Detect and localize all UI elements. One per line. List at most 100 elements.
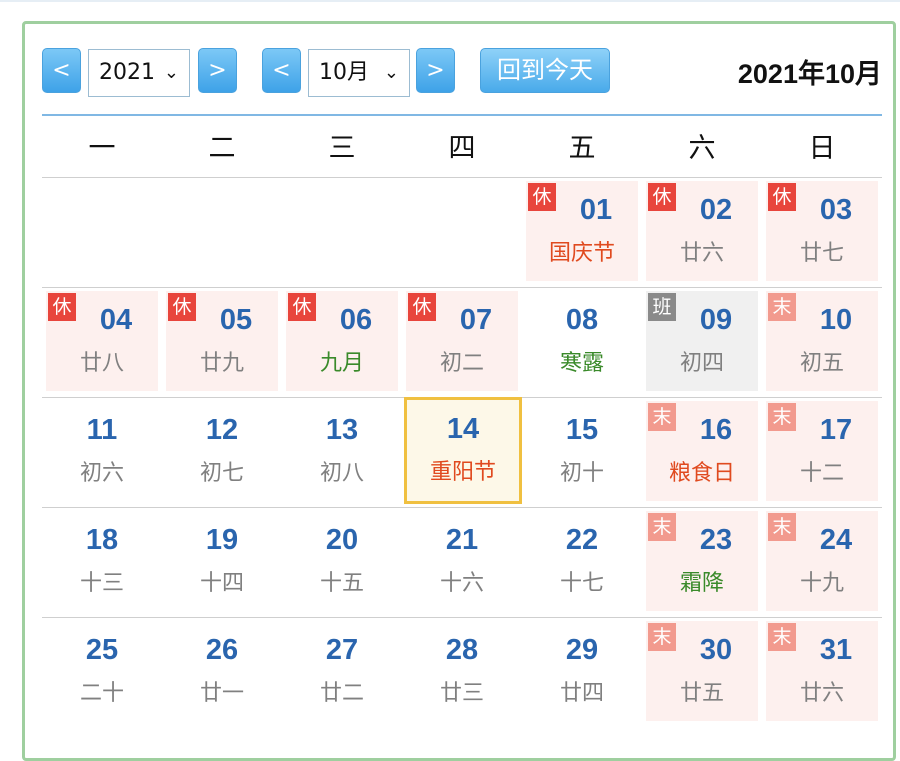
lunar-date: 重阳节	[429, 460, 496, 485]
next-year-button[interactable]: >	[198, 48, 237, 93]
day-number: 29	[565, 634, 599, 666]
next-month-button[interactable]: >	[416, 48, 455, 93]
day-number: 28	[445, 634, 479, 666]
day-number: 04	[99, 304, 133, 336]
day-number: 10	[819, 304, 853, 336]
lunar-date: 廿三	[439, 681, 484, 706]
day-cell[interactable]: 28 廿三	[406, 621, 518, 721]
day-number: 31	[819, 634, 853, 666]
day-number: 27	[325, 634, 359, 666]
lunar-date: 十三	[79, 571, 124, 596]
day-number: 25	[85, 634, 119, 666]
day-number: 14	[446, 413, 480, 445]
day-cell[interactable]: 休 03 廿七	[766, 181, 878, 281]
day-number: 30	[699, 634, 733, 666]
day-cell[interactable]: 末 16 粮食日	[646, 401, 758, 501]
day-number: 12	[205, 414, 239, 446]
day-number: 03	[819, 194, 853, 226]
day-cell[interactable]: 休 02 廿六	[646, 181, 758, 281]
weekday-label: 二	[208, 133, 236, 164]
day-number: 11	[86, 414, 118, 446]
lunar-date: 初五	[799, 351, 844, 376]
lunar-date: 霜降	[679, 571, 724, 596]
lunar-date: 廿七	[799, 241, 844, 266]
day-number: 06	[339, 304, 373, 336]
weekday-label: 日	[808, 133, 836, 164]
month-select[interactable]: 10月 ⌄	[308, 49, 410, 97]
month-select-value: 10月	[319, 60, 369, 85]
lunar-date: 廿六	[679, 241, 724, 266]
lunar-date: 初十	[559, 461, 604, 486]
day-cell[interactable]: 班 09 初四	[646, 291, 758, 391]
day-number: 13	[325, 414, 359, 446]
day-cell[interactable]: 20 十五	[286, 511, 398, 611]
lunar-date: 十七	[559, 571, 604, 596]
day-cell[interactable]: 25 二十	[46, 621, 158, 721]
lunar-date: 粮食日	[668, 461, 735, 486]
day-number: 21	[445, 524, 479, 556]
calendar-toolbar: < 2021 ⌄ > < 10月 ⌄ > 回到今天 2021年10月	[42, 48, 882, 97]
day-number: 26	[205, 634, 239, 666]
lunar-date: 廿九	[199, 351, 244, 376]
day-cell[interactable]: 11 初六	[46, 401, 158, 501]
year-select-value: 2021	[99, 60, 155, 85]
current-month-title: 2021年10月	[737, 59, 882, 89]
day-number: 15	[565, 414, 599, 446]
day-cell[interactable]: 22 十七	[526, 511, 638, 611]
today-cell[interactable]: 14 重阳节	[404, 397, 522, 504]
day-cell[interactable]: 19 十四	[166, 511, 278, 611]
day-cell[interactable]: 末 31 廿六	[766, 621, 878, 721]
day-number: 24	[819, 524, 853, 556]
day-cell[interactable]: 29 廿四	[526, 621, 638, 721]
day-cell[interactable]: 末 24 十九	[766, 511, 878, 611]
chevron-down-icon: ⌄	[163, 62, 179, 83]
lunar-date: 廿八	[79, 351, 124, 376]
day-cell[interactable]: 休 06 九月	[286, 291, 398, 391]
day-number: 18	[85, 524, 119, 556]
lunar-date: 廿五	[679, 681, 724, 706]
day-cell[interactable]: 休 04 廿八	[46, 291, 158, 391]
day-cell[interactable]: 休 07 初二	[406, 291, 518, 391]
lunar-date: 十四	[199, 571, 244, 596]
prev-year-button[interactable]: <	[42, 48, 81, 93]
day-cell[interactable]: 21 十六	[406, 511, 518, 611]
day-cell[interactable]: 15 初十	[526, 401, 638, 501]
chevron-down-icon: ⌄	[383, 62, 399, 83]
weekday-header: 一 二 三 四 五 六 日	[42, 125, 882, 173]
lunar-date: 九月	[319, 351, 364, 376]
day-number: 01	[579, 194, 613, 226]
calendar-grid: 休 01 国庆节休 02 廿六休 03 廿七休 04 廿八休 05 廿九休 06 九月休 07 初二 08 寒露…	[42, 176, 882, 726]
day-number: 17	[819, 414, 853, 446]
day-number: 09	[699, 304, 733, 336]
day-cell[interactable]: 26 廿一	[166, 621, 278, 721]
weekday-label: 六	[688, 133, 716, 164]
header-divider	[42, 114, 882, 116]
day-cell[interactable]: 18 十三	[46, 511, 158, 611]
day-cell[interactable]: 12 初七	[166, 401, 278, 501]
day-cell[interactable]: 27 廿二	[286, 621, 398, 721]
day-cell[interactable]: 休 05 廿九	[166, 291, 278, 391]
day-cell[interactable]: 末 30 廿五	[646, 621, 758, 721]
year-select[interactable]: 2021 ⌄	[88, 49, 190, 97]
day-number: 07	[459, 304, 493, 336]
lunar-date: 十九	[799, 571, 844, 596]
lunar-date: 初八	[319, 461, 364, 486]
prev-month-button[interactable]: <	[262, 48, 301, 93]
lunar-date: 廿六	[799, 681, 844, 706]
day-cell[interactable]: 末 23 霜降	[646, 511, 758, 611]
day-cell[interactable]: 08 寒露	[526, 291, 638, 391]
day-cell[interactable]: 末 17 十二	[766, 401, 878, 501]
day-cell[interactable]: 休 01 国庆节	[526, 181, 638, 281]
back-to-today-button[interactable]: 回到今天	[480, 48, 610, 93]
lunar-date: 廿四	[559, 681, 604, 706]
weekday-label: 三	[328, 133, 356, 164]
day-cell[interactable]: 13 初八	[286, 401, 398, 501]
lunar-date: 初六	[79, 461, 124, 486]
day-number: 20	[325, 524, 359, 556]
lunar-date: 二十	[79, 681, 124, 706]
lunar-date: 十六	[439, 571, 484, 596]
day-cell[interactable]: 末 10 初五	[766, 291, 878, 391]
day-number: 16	[699, 414, 733, 446]
lunar-date: 廿二	[319, 681, 364, 706]
day-number: 02	[699, 194, 733, 226]
